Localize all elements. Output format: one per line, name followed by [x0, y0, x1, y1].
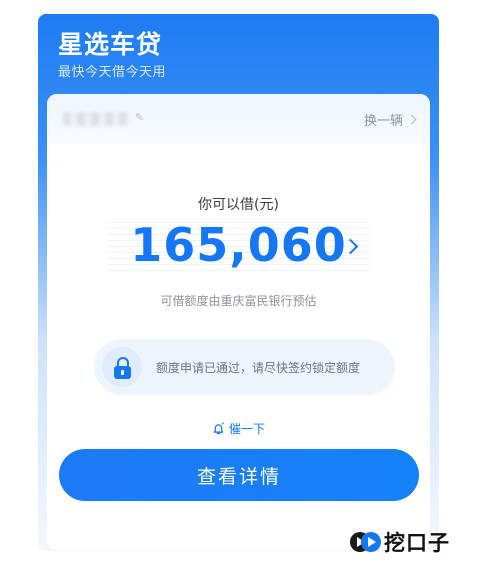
- switch-vehicle-label: 换一辆: [363, 114, 403, 129]
- urge-label: 催一下: [228, 422, 265, 436]
- edit-icon: ✎: [135, 111, 145, 124]
- page-title: 星选车贷: [58, 30, 163, 59]
- lock-icon: [102, 347, 142, 387]
- vehicle-bar: ✎ 换一辆: [47, 94, 430, 144]
- bell-icon: [213, 422, 224, 434]
- app-window: 星选车贷 最快今天借今天用 ✎ 换一辆 你可以借(元) 165,060 可借额度…: [38, 14, 439, 551]
- approval-notice-text: 额度申请已通过，请尽快签约锁定额度: [156, 361, 361, 375]
- watermark-logo: 挖口子: [350, 527, 450, 557]
- vehicle-plate-blurred: [63, 112, 129, 126]
- borrow-label: 你可以借(元): [198, 197, 279, 213]
- loan-amount[interactable]: 165,060: [47, 218, 430, 272]
- urge-button[interactable]: 催一下: [47, 420, 430, 437]
- approval-notice: 额度申请已通过，请尽快签约锁定额度: [94, 339, 395, 395]
- view-details-button[interactable]: 查看详情: [59, 449, 419, 501]
- page-subtitle: 最快今天借今天用: [58, 65, 167, 80]
- chevron-right-icon: [406, 114, 417, 125]
- loan-card: ✎ 换一辆 你可以借(元) 165,060 可借额度由重庆富民银行预估 额度申请…: [47, 94, 430, 550]
- watermark-text: 挖口子: [384, 531, 450, 555]
- switch-vehicle-button[interactable]: 换一辆: [363, 110, 417, 129]
- credit-source-text: 可借额度由重庆富民银行预估: [160, 294, 317, 308]
- logo-icon: [350, 532, 381, 552]
